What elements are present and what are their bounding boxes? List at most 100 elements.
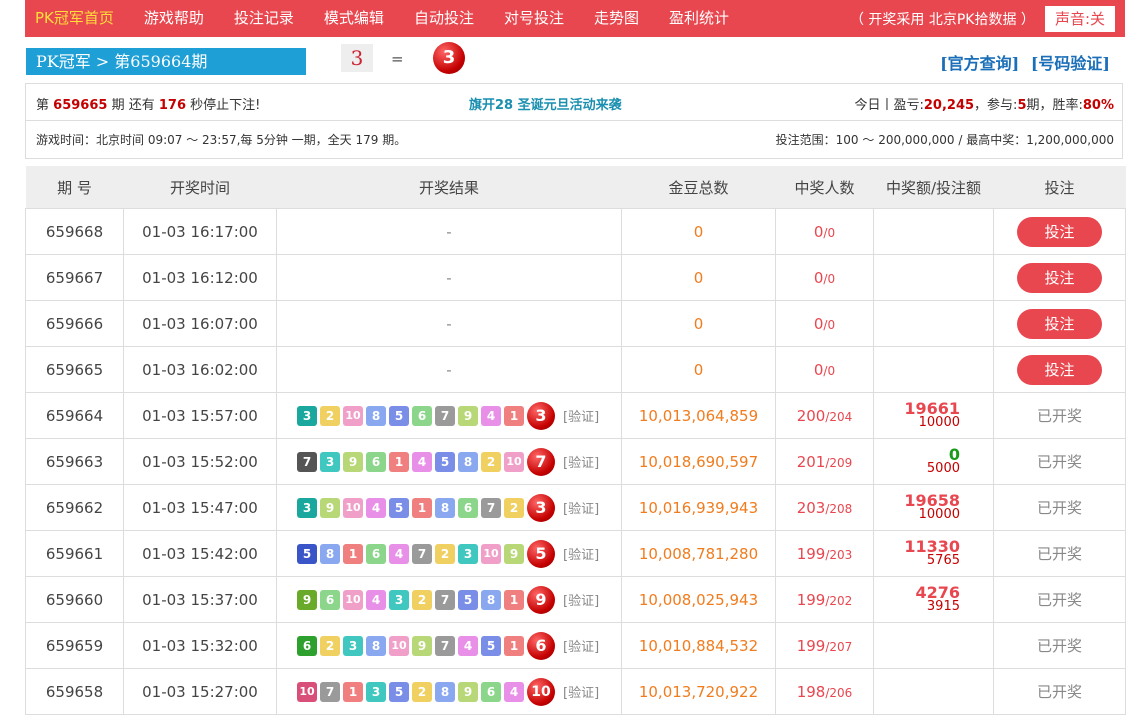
number-tile: 8 <box>458 451 478 472</box>
promo-banner[interactable]: 旗开28 圣诞元旦活动来袭 <box>469 94 622 113</box>
nav-item-5[interactable]: 对号投注 <box>489 0 579 37</box>
bean-total-cell: 10,018,690,597 <box>621 438 776 485</box>
sound-toggle-button[interactable]: 声音:关 <box>1044 5 1115 32</box>
verify-link[interactable]: [验证] <box>563 636 599 655</box>
opened-label: 已开奖 <box>1036 499 1082 517</box>
nav-item-7[interactable]: 盈利统计 <box>654 0 744 37</box>
period-cell: 659658 <box>25 668 124 715</box>
participant-count: 204 <box>829 409 853 424</box>
winners-cell: 199/202 <box>775 576 874 623</box>
time-cell: 01-03 15:47:00 <box>123 484 277 531</box>
number-tile: 1 <box>504 589 524 610</box>
period-title: PK冠军 > 第659664期 <box>26 48 306 75</box>
result-ball: 9 <box>527 585 555 614</box>
number-tile: 10 <box>343 405 363 426</box>
bean-total-cell: 0 <box>621 346 776 393</box>
winner-count: 0 <box>813 268 824 287</box>
number-tile: 7 <box>435 405 455 426</box>
result-ball: 5 <box>527 539 555 568</box>
bet-cell: 已开奖 <box>993 438 1126 485</box>
number-tile: 4 <box>481 405 501 426</box>
time-cell: 01-03 15:42:00 <box>123 530 277 577</box>
result-cell: - <box>276 300 622 347</box>
number-verify-link[interactable]: [号码验证] <box>1031 54 1110 73</box>
period-cell: 659662 <box>25 484 124 531</box>
nav-item-4[interactable]: 自动投注 <box>399 0 489 37</box>
result-cell: 5 8 1 6 4 7 2 3 10 9 5 [验证] <box>276 530 622 577</box>
win-amount: 11330 <box>904 536 960 556</box>
column-header: 中奖人数 <box>775 166 874 209</box>
countdown-text: 第 659665 期 还有 176 秒停止下注! <box>36 98 261 113</box>
nav-item-3[interactable]: 模式编辑 <box>309 0 399 37</box>
stake-amount: 3915 <box>926 598 960 614</box>
verify-link[interactable]: [验证] <box>563 406 599 425</box>
bet-cell: 已开奖 <box>993 392 1126 439</box>
column-header: 中奖额/投注额 <box>873 166 994 209</box>
number-tile: 6 <box>297 635 317 656</box>
table-row: 659659 01-03 15:32:00 6 2 3 8 10 9 7 4 5 1 6 [验证] 10,0… <box>25 622 1126 669</box>
column-header: 开奖结果 <box>276 166 622 209</box>
number-tile: 1 <box>504 635 524 656</box>
nav-item-0[interactable]: PK冠军首页 <box>25 0 129 37</box>
winners-cell: 0/0 <box>775 346 874 393</box>
verify-link[interactable]: [验证] <box>563 544 599 563</box>
game-info-row: 游戏时间：北京时间 09:07 ～ 23:57,每 5分钟 一期，全天 179 … <box>25 121 1123 159</box>
time-cell: 01-03 15:27:00 <box>123 668 277 715</box>
number-tile: 6 <box>458 497 478 518</box>
win-rate: 80% <box>1082 98 1114 113</box>
bet-button[interactable]: 投注 <box>1017 308 1102 339</box>
stake-amount: 10000 <box>918 506 960 522</box>
bet-cell: 已开奖 <box>993 530 1126 577</box>
participant-count: 202 <box>829 593 853 608</box>
participant-count: 208 <box>829 501 853 516</box>
bet-cell: 投注 <box>993 254 1126 301</box>
result-numbers: 3 9 10 4 5 1 8 6 7 2 3 [验证] <box>277 493 621 522</box>
result-ball: 6 <box>527 631 555 660</box>
column-header: 投注 <box>993 166 1126 209</box>
number-tile: 8 <box>366 635 386 656</box>
period-cell: 659660 <box>25 576 124 623</box>
bet-button[interactable]: 投注 <box>1017 354 1102 385</box>
bet-cell: 已开奖 <box>993 622 1126 669</box>
winner-count: 203 <box>796 498 826 517</box>
number-tile: 3 <box>297 405 317 426</box>
game-time: 游戏时间：北京时间 09:07 ～ 23:57,每 5分钟 一期，全天 179 … <box>36 133 407 147</box>
time-cell: 01-03 15:32:00 <box>123 622 277 669</box>
result-numbers: 10 7 1 3 5 2 8 9 6 4 10 [验证] <box>277 677 621 706</box>
nav-item-6[interactable]: 走势图 <box>579 0 654 37</box>
nav-item-1[interactable]: 游戏帮助 <box>129 0 219 37</box>
verify-link[interactable]: [验证] <box>563 682 599 701</box>
verify-link[interactable]: [验证] <box>563 590 599 609</box>
number-tile: 4 <box>458 635 478 656</box>
verify-link[interactable]: [验证] <box>563 498 599 517</box>
result-ball: 10 <box>527 677 555 706</box>
bet-range: 投注范围：100 ～ 200,000,000 / 最高中奖：1,200,000,… <box>775 133 1114 147</box>
number-tile: 4 <box>366 497 386 518</box>
time-cell: 01-03 16:07:00 <box>123 300 277 347</box>
nav-item-2[interactable]: 投注记录 <box>219 0 309 37</box>
bet-button[interactable]: 投注 <box>1017 216 1102 247</box>
bet-cell: 已开奖 <box>993 668 1126 715</box>
bean-total-cell: 0 <box>621 208 776 255</box>
bean-total-cell: 10,013,720,922 <box>621 668 776 715</box>
table-row: 659660 01-03 15:37:00 9 6 10 4 3 2 7 5 8 1 9 [验证] 10,0… <box>25 576 1126 623</box>
winners-cell: 198/206 <box>775 668 874 715</box>
number-tile: 2 <box>412 681 432 702</box>
number-tile: 9 <box>320 497 340 518</box>
winners-cell: 199/203 <box>775 530 874 577</box>
verify-link[interactable]: [验证] <box>563 452 599 471</box>
winner-count: 199 <box>796 544 826 563</box>
stake-amount: 5765 <box>926 552 960 568</box>
winners-cell: 201/209 <box>775 438 874 485</box>
bet-button[interactable]: 投注 <box>1017 262 1102 293</box>
official-query-link[interactable]: [官方查询] <box>940 54 1019 73</box>
participant-count: 0 <box>827 271 836 286</box>
period-cell: 659659 <box>25 622 124 669</box>
result-cell: 9 6 10 4 3 2 7 5 8 1 9 [验证] <box>276 576 622 623</box>
number-tile: 3 <box>320 451 340 472</box>
table-row: 659665 01-03 16:02:00-0 0/0 投注 <box>25 346 1126 393</box>
number-tile: 2 <box>320 635 340 656</box>
number-tile: 3 <box>389 589 409 610</box>
win-amount-cell: 11330 5765 <box>873 530 994 577</box>
result-cell: - <box>276 208 622 255</box>
